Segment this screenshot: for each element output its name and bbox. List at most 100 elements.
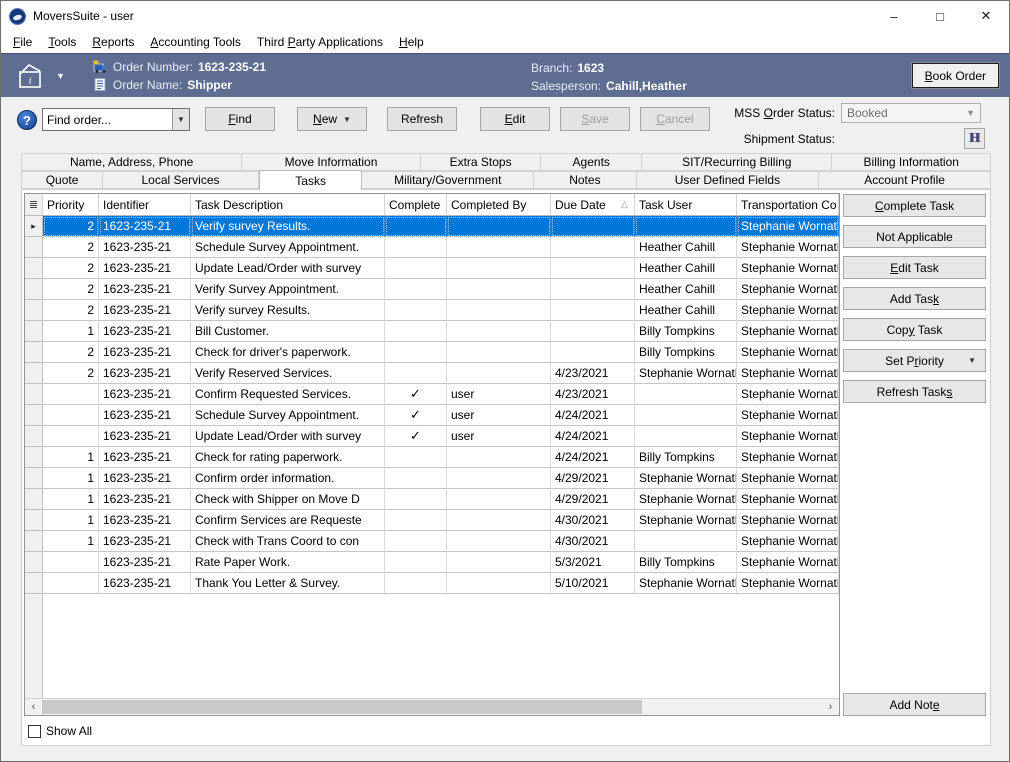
cell-identifier[interactable]: 1623-235-21 [99,342,191,363]
cell-due-date[interactable] [551,321,635,342]
cell-description[interactable]: Check for driver's paperwork. [191,342,385,363]
cell-priority[interactable]: 2 [43,237,99,258]
cell-complete[interactable] [385,489,447,510]
cell-description[interactable]: Confirm order information. [191,468,385,489]
table-row[interactable]: 21623-235-21Schedule Survey Appointment.… [25,237,839,258]
cell-identifier[interactable]: 1623-235-21 [99,363,191,384]
table-row[interactable]: 11623-235-21Check with Trans Coord to co… [25,531,839,552]
cell-transportation[interactable]: Stephanie Wornath [737,552,839,573]
cell-identifier[interactable]: 1623-235-21 [99,321,191,342]
cell-description[interactable]: Update Lead/Order with survey [191,258,385,279]
cell-identifier[interactable]: 1623-235-21 [99,531,191,552]
cell-description[interactable]: Confirm Requested Services. [191,384,385,405]
scroll-left-icon[interactable]: ‹ [25,699,42,715]
cell-priority[interactable]: 2 [43,216,99,237]
table-row[interactable]: 1623-235-21Schedule Survey Appointment.✓… [25,405,839,426]
tab-move-information[interactable]: Move Information [242,153,420,171]
refresh-button[interactable]: Refresh [387,107,457,131]
cell-complete[interactable] [385,552,447,573]
cell-due-date[interactable] [551,279,635,300]
cell-identifier[interactable]: 1623-235-21 [99,384,191,405]
close-icon[interactable]: ✕ [963,1,1009,31]
cell-task-user[interactable] [635,405,737,426]
menu-item-tools[interactable]: Tools [40,33,84,51]
cell-due-date[interactable]: 5/10/2021 [551,573,635,594]
minimize-icon[interactable]: – [871,1,917,31]
new-button[interactable]: New ▼ [297,107,367,131]
cell-completed-by[interactable] [447,321,551,342]
cell-transportation[interactable]: Stephanie Wornath [737,531,839,552]
cell-completed-by[interactable] [447,342,551,363]
column-header-task-user[interactable]: Task User [635,194,737,215]
cell-identifier[interactable]: 1623-235-21 [99,468,191,489]
cell-transportation[interactable]: Stephanie Wornath [737,216,839,237]
cell-transportation[interactable]: Stephanie Wornath [737,237,839,258]
menu-item-accounting-tools[interactable]: Accounting Tools [142,33,249,51]
cell-priority[interactable]: 1 [43,531,99,552]
cell-complete[interactable] [385,573,447,594]
table-row[interactable]: 11623-235-21Check with Shipper on Move D… [25,489,839,510]
cell-task-user[interactable]: Heather Cahill [635,279,737,300]
cell-task-user[interactable]: Stephanie Wornath [635,468,737,489]
cell-task-user[interactable]: Billy Tompkins [635,447,737,468]
cell-task-user[interactable]: Stephanie Wornath [635,363,737,384]
cell-identifier[interactable]: 1623-235-21 [99,237,191,258]
cell-task-user[interactable] [635,531,737,552]
cell-identifier[interactable]: 1623-235-21 [99,279,191,300]
cell-description[interactable]: Bill Customer. [191,321,385,342]
cell-completed-by[interactable]: user [447,405,551,426]
row-selector[interactable] [25,510,43,531]
cell-identifier[interactable]: 1623-235-21 [99,300,191,321]
cell-task-user[interactable]: Heather Cahill [635,237,737,258]
tab-local-services[interactable]: Local Services [103,171,259,189]
cell-complete[interactable] [385,531,447,552]
tab-sit-recurring-billing[interactable]: SIT/Recurring Billing [642,153,832,171]
table-row[interactable]: 1623-235-21Update Lead/Order with survey… [25,426,839,447]
not-applicable-button[interactable]: Not Applicable [843,225,986,248]
table-row[interactable]: 11623-235-21Confirm order information.4/… [25,468,839,489]
cell-task-user[interactable]: Stephanie Wornath [635,489,737,510]
tab-name-address-phone[interactable]: Name, Address, Phone [21,153,242,171]
cell-transportation[interactable]: Stephanie Wornath [737,384,839,405]
table-row[interactable]: 11623-235-21Bill Customer.Billy Tompkins… [25,321,839,342]
menu-item-third-party-applications[interactable]: Third Party Applications [249,33,391,51]
cell-priority[interactable]: 2 [43,279,99,300]
column-header-transportation-co[interactable]: Transportation Co [737,194,839,215]
row-selector[interactable] [25,237,43,258]
cell-task-user[interactable]: Stephanie Wornath [635,573,737,594]
add-task-button[interactable]: Add Task [843,287,986,310]
cell-complete[interactable]: ✓ [385,405,447,426]
cell-completed-by[interactable] [447,489,551,510]
cell-description[interactable]: Thank You Letter & Survey. [191,573,385,594]
table-row[interactable]: 1623-235-21Thank You Letter & Survey.5/1… [25,573,839,594]
cell-complete[interactable] [385,300,447,321]
row-selector[interactable] [25,447,43,468]
cell-description[interactable]: Schedule Survey Appointment. [191,237,385,258]
cell-completed-by[interactable] [447,510,551,531]
cell-due-date[interactable] [551,258,635,279]
cell-transportation[interactable]: Stephanie Wornath [737,468,839,489]
table-row[interactable]: 21623-235-21Verify Survey Appointment.He… [25,279,839,300]
table-row[interactable]: 21623-235-21Verify survey Results.Heathe… [25,300,839,321]
copy-task-button[interactable]: Copy Task [843,318,986,341]
cell-complete[interactable] [385,237,447,258]
cell-priority[interactable]: 1 [43,489,99,510]
cell-description[interactable]: Verify survey Results. [191,216,385,237]
cell-due-date[interactable]: 4/23/2021 [551,384,635,405]
table-row[interactable]: 21623-235-21Check for driver's paperwork… [25,342,839,363]
cell-due-date[interactable] [551,342,635,363]
cell-completed-by[interactable] [447,258,551,279]
cell-completed-by[interactable] [447,552,551,573]
cell-completed-by[interactable] [447,468,551,489]
cell-priority[interactable] [43,426,99,447]
cell-completed-by[interactable] [447,531,551,552]
cell-description[interactable]: Verify Reserved Services. [191,363,385,384]
cell-task-user[interactable]: Billy Tompkins [635,552,737,573]
cell-completed-by[interactable] [447,447,551,468]
row-selector[interactable] [25,426,43,447]
cell-due-date[interactable]: 4/30/2021 [551,510,635,531]
tab-account-profile[interactable]: Account Profile [819,171,991,189]
cell-completed-by[interactable] [447,300,551,321]
cell-task-user[interactable] [635,384,737,405]
menu-item-help[interactable]: Help [391,33,432,51]
